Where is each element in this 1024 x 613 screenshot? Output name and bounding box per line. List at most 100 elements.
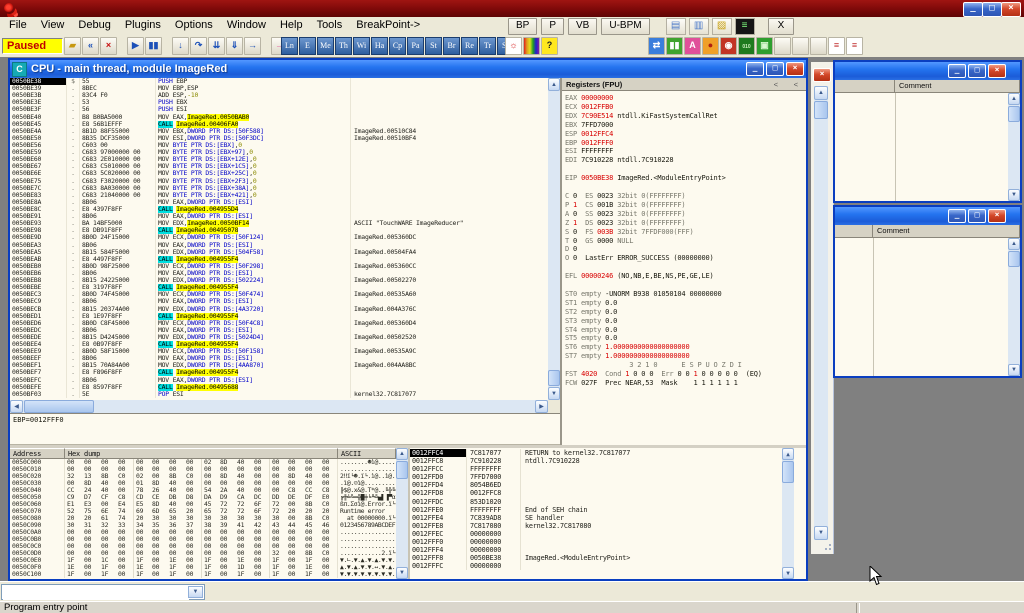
close-program-icon[interactable]: × [100, 37, 117, 55]
register-line[interactable]: ECX 0012FFB0 [565, 103, 806, 112]
dump-row[interactable]: 0050C0C000000000000000000000000000000000… [10, 543, 396, 550]
side-bottom-maximize-button[interactable]: □ [968, 209, 986, 223]
menu-tools[interactable]: Tools [310, 17, 350, 36]
stack-row[interactable]: 0012FFE47C839AD8SE handler [410, 514, 781, 522]
register-line[interactable]: A 0 SS 0023 32bit 0(FFFFFFFF) [565, 210, 806, 219]
stack-row[interactable]: 0012FFF80050BE38ImageRed.<ModuleEntryPoi… [410, 554, 781, 562]
side-bottom-vscrollbar[interactable]: ▲ ▼ [1008, 238, 1020, 376]
plugin-button-vb[interactable]: VB [568, 18, 597, 35]
disasm-row[interactable]: 0050BE39.8BECMOV EBP,ESP [10, 85, 548, 92]
menu-view[interactable]: View [34, 17, 72, 36]
close-button[interactable]: × [1001, 2, 1021, 17]
register-line[interactable]: ST0 empty -UNORM B938 01050104 00000000 [565, 290, 806, 299]
execute-till-return-icon[interactable]: → [244, 37, 261, 55]
side-top-content[interactable] [835, 93, 1008, 201]
register-line[interactable]: D 0 [565, 245, 806, 254]
registers-collapse-icon[interactable]: < [794, 80, 798, 89]
pane-button-ln[interactable]: Ln [281, 37, 298, 55]
register-line[interactable]: EAX 00000000 [565, 94, 806, 103]
side-bottom-content[interactable] [835, 238, 1008, 376]
side-top-maximize-button[interactable]: □ [968, 64, 986, 78]
disasm-row[interactable]: 0050BEC9.8B06MOV EAX,DWORD PTR DS:[ESI] [10, 298, 548, 305]
cpu-titlebar[interactable]: C CPU - main thread, module ImageRed _ □… [10, 60, 806, 78]
disasm-row[interactable]: 0050BEBE.E8 3197F8FFCALL ImageRed.004955… [10, 284, 548, 291]
register-line[interactable]: EDI 7C910228 ntdll.7C910228 [565, 156, 806, 165]
blank-button[interactable] [810, 37, 827, 55]
dump-row[interactable]: 0050C030008D4000018D40000000000000000000… [10, 480, 396, 487]
side-bottom-close-button[interactable]: × [988, 209, 1006, 223]
disasm-pane[interactable]: 0050BE38$55PUSH EBP0050BE39.8BECMOV EBP,… [10, 78, 548, 400]
disasm-row[interactable]: 0050BE98.E8 DB91F8FFCALL ImageRed.004950… [10, 227, 548, 234]
dump-header-hex[interactable]: Hex dump [65, 448, 338, 459]
dump-row[interactable]: 0050C0E01F001C001F001E001F001E001F001F00… [10, 557, 396, 564]
register-line[interactable]: P 1 CS 001B 32bit 0(FFFFFFFF) [565, 201, 806, 210]
disasm-row[interactable]: 0050BEEF.8B06MOV EAX,DWORD PTR DS:[ESI] [10, 355, 548, 362]
pane-button-ha[interactable]: Ha [371, 37, 388, 55]
log-page-icon[interactable]: ▤ [666, 18, 686, 35]
pane-button-wi[interactable]: Wi [353, 37, 370, 55]
disasm-row[interactable]: 0050BECB.8B15 20374A00MOV EDX,DWORD PTR … [10, 306, 548, 313]
register-line[interactable]: ST4 empty 0.0 [565, 326, 806, 335]
register-line[interactable]: EFL 00000246 (NO,NB,E,BE,NS,PE,GE,LE) [565, 272, 806, 281]
minimize-button[interactable]: _ [963, 2, 983, 17]
record-icon[interactable]: ● [702, 37, 719, 55]
disasm-row[interactable]: 0050BEB8.8B15 24225000MOV EDX,DWORD PTR … [10, 277, 548, 284]
plugin-button-ubpm[interactable]: U-BPM [601, 18, 649, 35]
dump-row[interactable]: 0050C01000000000000000000000000000000000… [10, 466, 396, 473]
disasm-row[interactable]: 0050BE6E.C683 5C020000 00MOV BYTE PTR DS… [10, 170, 548, 177]
help-icon[interactable]: ? [541, 37, 558, 55]
register-line[interactable]: S 0 FS 003B 32bit 7FFDF000(FFF) [565, 228, 806, 237]
registers-pane[interactable]: Registers (FPU) < < EAX 00000000ECX 0012… [562, 78, 806, 447]
cpu-minimize-button[interactable]: _ [746, 62, 764, 76]
register-line[interactable]: T 0 GS 0000 NULL [565, 237, 806, 246]
plugin-button-p[interactable]: P [541, 18, 564, 35]
combo-dropdown-button[interactable]: ▼ [188, 586, 203, 598]
sliver-vscrollbar[interactable]: ▲ ▼ [814, 86, 828, 540]
stack-row[interactable]: 0012FFD80012FFC8 [410, 489, 781, 497]
menu-file[interactable]: File [2, 17, 34, 36]
restart-icon[interactable]: « [82, 37, 99, 55]
register-line[interactable]: EDX 7C90E514 ntdll.KiFastSystemCallRet [565, 112, 806, 121]
menu-window[interactable]: Window [220, 17, 273, 36]
side-top-col-left[interactable] [835, 80, 895, 93]
sliver-close-button[interactable]: × [813, 68, 831, 82]
menu-breakpoint[interactable]: BreakPoint-> [349, 17, 427, 36]
disasm-row[interactable]: 0050BE3F.56PUSH ESI [10, 106, 548, 113]
disasm-row[interactable]: 0050BE8A.8B06MOV EAX,DWORD PTR DS:[ESI] [10, 199, 548, 206]
appearance-rainbow-icon[interactable] [523, 37, 540, 55]
registers-collapse-icon[interactable]: < [774, 80, 778, 89]
register-line[interactable]: EIP 0050BE38 ImageRed.<ModuleEntryPoint> [565, 174, 806, 183]
notes-page-icon[interactable]: ▥ [689, 18, 709, 35]
plugin-button-bp[interactable]: BP [508, 18, 537, 35]
disasm-row[interactable]: 0050BEC3.8B0D 74F45000MOV ECX,DWORD PTR … [10, 291, 548, 298]
disasm-row[interactable]: 0050BE93.BA 14BF5000MOV EDX,ImageRed.005… [10, 220, 548, 227]
pane-button-re[interactable]: Re [461, 37, 478, 55]
disasm-row[interactable]: 0050BE7C.C683 8A030000 00MOV BYTE PTR DS… [10, 185, 548, 192]
disasm-row[interactable]: 0050BF03.5EPOP ESIkernel32.7C817077 [10, 391, 548, 398]
menu-help[interactable]: Help [273, 17, 310, 36]
command-input[interactable] [3, 586, 189, 600]
frame-window-icon[interactable]: ▣ [756, 37, 773, 55]
cpu-maximize-button[interactable]: □ [766, 62, 784, 76]
stack-row[interactable]: 0012FFE87C817080kernel32.7C817080 [410, 522, 781, 530]
register-line[interactable]: ST5 empty 0.0 [565, 334, 806, 343]
register-line[interactable]: ST7 empty 1.0000000000000000000 [565, 352, 806, 361]
stack-row[interactable]: 0012FFD07FFD7000 [410, 473, 781, 481]
dump-vscrollbar[interactable]: ▲ ▼ [396, 448, 408, 579]
register-line[interactable] [565, 165, 806, 174]
disasm-row[interactable]: 0050BE9D.8B0D 24F15000MOV ECX,DWORD PTR … [10, 234, 548, 241]
register-line[interactable]: O 0 LastErr ERROR_SUCCESS (00000000) [565, 254, 806, 263]
disasm-row[interactable]: 0050BE56.C603 00MOV BYTE PTR DS:[EBX],0 [10, 142, 548, 149]
plugin-a-icon[interactable]: A [684, 37, 701, 55]
pane-button-br[interactable]: Br [443, 37, 460, 55]
menu-options[interactable]: Options [168, 17, 220, 36]
side-window-bottom-titlebar[interactable]: _ □ × [835, 207, 1020, 225]
disasm-row[interactable]: 0050BEDC.8B06MOV EAX,DWORD PTR DS:[ESI] [10, 327, 548, 334]
register-line[interactable]: 3 2 1 0 E S P U O Z D I [565, 361, 806, 370]
swap-panes-icon[interactable]: ⇄ [648, 37, 665, 55]
list-view-icon[interactable]: ≡ [828, 37, 845, 55]
disasm-row[interactable]: 0050BEF7.E8 F896F8FFCALL ImageRed.004955… [10, 369, 548, 376]
disasm-row[interactable]: 0050BE59.C683 97000000 00MOV BYTE PTR DS… [10, 149, 548, 156]
dump-row[interactable]: 0050C08020206174203030303030303030008BC0… [10, 515, 396, 522]
register-line[interactable]: EBX 7FFD7000 [565, 121, 806, 130]
